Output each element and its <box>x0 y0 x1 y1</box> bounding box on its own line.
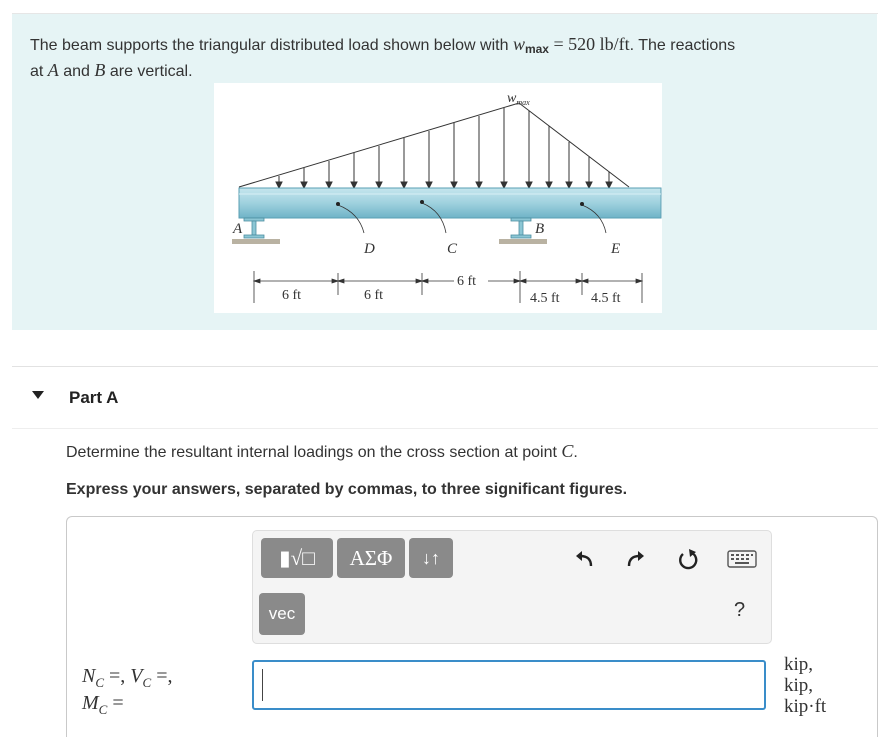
greek-symbols-button[interactable]: ΑΣΦ <box>337 538 405 578</box>
label-b: B <box>535 221 544 237</box>
dim-dc: 6 ft <box>364 288 383 303</box>
dim-ad: 6 ft <box>282 288 301 303</box>
label-a: A <box>232 221 243 237</box>
vec-label: vec <box>268 604 296 623</box>
arrows-button[interactable]: ↓↑ <box>409 538 453 578</box>
collapse-caret-icon[interactable] <box>32 391 44 399</box>
beam <box>238 187 662 219</box>
question-text-part: Determine the resultant internal loading… <box>66 444 562 461</box>
wmax-value: = 520 lb/ft <box>548 34 630 54</box>
problem-text-part: . The reactions <box>629 37 736 54</box>
answer-variable-labels: NC =, VC =, MC = <box>82 666 172 720</box>
part-a-header[interactable]: Part A <box>12 366 878 429</box>
wmax-w: w <box>512 34 525 54</box>
reset-icon[interactable] <box>675 546 701 572</box>
load-triangle <box>238 102 630 188</box>
problem-text-part: are vertical. <box>105 63 193 80</box>
templates-icon: ▮√□ <box>279 545 315 570</box>
part-title: Part A <box>69 388 119 407</box>
label-c: C <box>447 241 458 257</box>
label-e: E <box>610 241 620 257</box>
greek-icon: ΑΣΦ <box>349 545 393 570</box>
beam-figure: wmax A B C D E 6 ft 6 ft 6 ft 4.5 ft 4.5… <box>214 83 662 313</box>
unit-nc: kip, <box>784 654 814 675</box>
dim-cb: 6 ft <box>457 274 476 289</box>
point-c-symbol: C <box>561 441 574 461</box>
undo-icon[interactable] <box>571 546 597 572</box>
label-d: D <box>363 241 375 257</box>
wmax-symbol: wmax <box>512 34 549 56</box>
help-button[interactable]: ? <box>734 599 745 622</box>
load-arrows <box>275 108 613 190</box>
unit-vc: kip, <box>784 675 814 696</box>
wmax-sub: max <box>524 42 549 56</box>
wmax-label: wmax <box>507 91 530 107</box>
point-a-symbol: A <box>47 60 59 80</box>
problem-text-part: at <box>30 63 48 80</box>
question-text: Determine the resultant internal loading… <box>66 441 578 462</box>
part-divider <box>12 428 878 429</box>
math-toolbar: ▮√□ ΑΣΦ ↓↑ vec ? <box>252 530 772 644</box>
mc-label: MC = <box>82 692 124 718</box>
templates-button[interactable]: ▮√□ <box>261 538 333 578</box>
unit-mc: kip·ft <box>784 696 827 717</box>
dim-e-end: 4.5 ft <box>591 291 621 306</box>
arrows-icon: ↓↑ <box>422 547 440 568</box>
vec-button[interactable]: vec <box>259 593 305 635</box>
text-cursor <box>262 669 263 701</box>
nc-vc-label: NC =, VC =, <box>82 665 173 691</box>
problem-text-part: The beam supports the triangular distrib… <box>30 37 513 54</box>
answer-units: kip, kip, kip·ft <box>784 654 826 717</box>
instruction-text: Express your answers, separated by comma… <box>66 481 628 498</box>
problem-text-part: and <box>58 63 95 80</box>
answer-input[interactable] <box>252 660 766 710</box>
question-text-part: . <box>573 444 578 461</box>
redo-icon[interactable] <box>623 546 649 572</box>
dim-be: 4.5 ft <box>530 291 560 306</box>
point-b-symbol: B <box>94 60 106 80</box>
beam-diagram: wmax A B C D E 6 ft 6 ft 6 ft 4.5 ft 4.5… <box>232 91 662 306</box>
keyboard-icon[interactable] <box>727 546 757 572</box>
problem-text: The beam supports the triangular distrib… <box>30 32 860 84</box>
